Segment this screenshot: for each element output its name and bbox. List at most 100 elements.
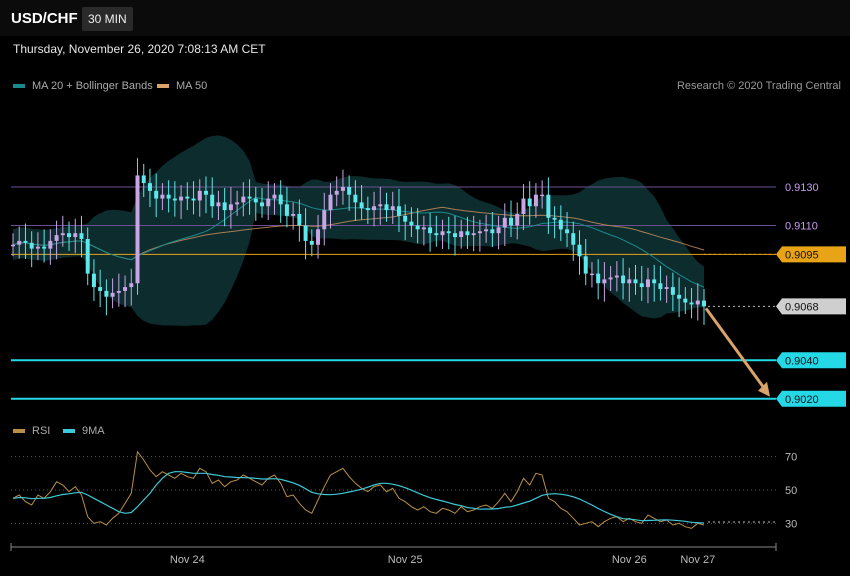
candle-body — [278, 194, 283, 205]
candle-body — [272, 194, 277, 199]
candle-body — [334, 190, 339, 195]
candle-body — [359, 202, 364, 209]
rsi-tick-1: 50 — [785, 485, 797, 497]
candle-body — [490, 229, 495, 234]
candle-body — [29, 242, 34, 249]
candle-body — [702, 300, 706, 307]
candle-body — [365, 208, 370, 211]
candle-body — [147, 183, 152, 191]
candle-body — [509, 217, 514, 226]
candle-body — [42, 246, 47, 249]
candle-body — [110, 292, 115, 297]
candle-body — [247, 196, 252, 199]
candle-body — [104, 290, 109, 297]
candle-body — [191, 198, 196, 201]
candle-body — [91, 273, 96, 288]
level-label-1: 0.9110 — [785, 221, 818, 233]
candle-body — [172, 198, 177, 201]
candle-body — [378, 204, 383, 207]
candle-body — [35, 246, 40, 249]
candle-body — [54, 235, 59, 241]
candle-body — [602, 279, 607, 284]
level-label-4: 0.9040 — [785, 355, 819, 367]
candle-body — [633, 279, 638, 284]
candle-body — [67, 233, 72, 238]
candle-body — [477, 231, 482, 234]
candle-body — [621, 275, 626, 284]
candle-body — [297, 213, 302, 226]
candle-body — [179, 196, 184, 201]
x-tick-0: Nov 24 — [170, 554, 205, 566]
candle-body — [440, 231, 445, 236]
candle-body — [372, 206, 377, 211]
candle-body — [11, 244, 15, 247]
candle-body — [546, 194, 551, 218]
candle-body — [415, 225, 420, 230]
candle-body — [596, 273, 601, 284]
candle-body — [73, 233, 78, 238]
candle-body — [540, 194, 545, 197]
candle-body — [353, 194, 358, 203]
candle-body — [558, 219, 563, 230]
candle-body — [664, 287, 669, 290]
candle-body — [452, 233, 457, 238]
candle-body — [303, 225, 308, 241]
rsi-tick-2: 30 — [785, 518, 797, 530]
candle-body — [266, 198, 271, 207]
candle-body — [123, 287, 128, 291]
candle-body — [116, 290, 121, 293]
forecast-arrow — [704, 307, 768, 392]
candle-body — [502, 217, 507, 228]
candle-body — [434, 233, 439, 236]
candle-body — [129, 283, 134, 288]
candle-body — [552, 217, 557, 220]
candle-body — [210, 194, 215, 207]
candle-body — [565, 229, 570, 234]
x-tick-2: Nov 26 — [612, 554, 647, 566]
candle-body — [316, 229, 321, 245]
candle-body — [614, 275, 619, 278]
level-label-0: 0.9130 — [785, 182, 819, 194]
candle-body — [421, 227, 426, 230]
candle-body — [340, 187, 345, 191]
candle-body — [253, 198, 258, 203]
candle-body — [228, 204, 233, 211]
candle-body — [98, 287, 103, 291]
candle-body — [645, 279, 650, 288]
candle-body — [23, 240, 28, 243]
candle-body — [309, 240, 314, 245]
level-label-3: 0.9068 — [785, 301, 819, 313]
candle-body — [390, 206, 395, 211]
candle-body — [185, 196, 190, 199]
candle-body — [384, 204, 389, 211]
candle-body — [403, 215, 408, 222]
rsi-tick-0: 70 — [785, 452, 797, 464]
candle-body — [465, 231, 470, 236]
candle-body — [222, 202, 227, 211]
price-chart[interactable]: 0.9130 0.9110 0.9095 0.9068 0.9040 0.9020 70 50… — [0, 0, 850, 576]
candle-body — [515, 213, 520, 226]
candle-body — [683, 298, 688, 303]
candle-body — [459, 231, 464, 238]
candle-body — [328, 194, 333, 211]
candle-body — [17, 240, 22, 245]
candle-body — [533, 194, 538, 207]
candle-body — [409, 221, 414, 226]
candle-body — [589, 273, 594, 276]
candle-body — [471, 233, 476, 236]
candle-body — [322, 210, 327, 230]
candle-body — [527, 198, 532, 207]
candle-body — [48, 240, 53, 249]
candle-body — [658, 283, 663, 290]
candle-body — [521, 198, 526, 214]
candle-body — [241, 196, 246, 203]
candle-body — [677, 294, 682, 299]
candle-body — [197, 190, 202, 201]
candle-body — [160, 194, 165, 199]
candle-body — [689, 302, 694, 305]
candle-body — [135, 175, 140, 284]
candle-body — [284, 204, 289, 216]
candle-body — [79, 233, 84, 239]
candle-body — [652, 279, 657, 284]
candle-body — [260, 202, 265, 207]
